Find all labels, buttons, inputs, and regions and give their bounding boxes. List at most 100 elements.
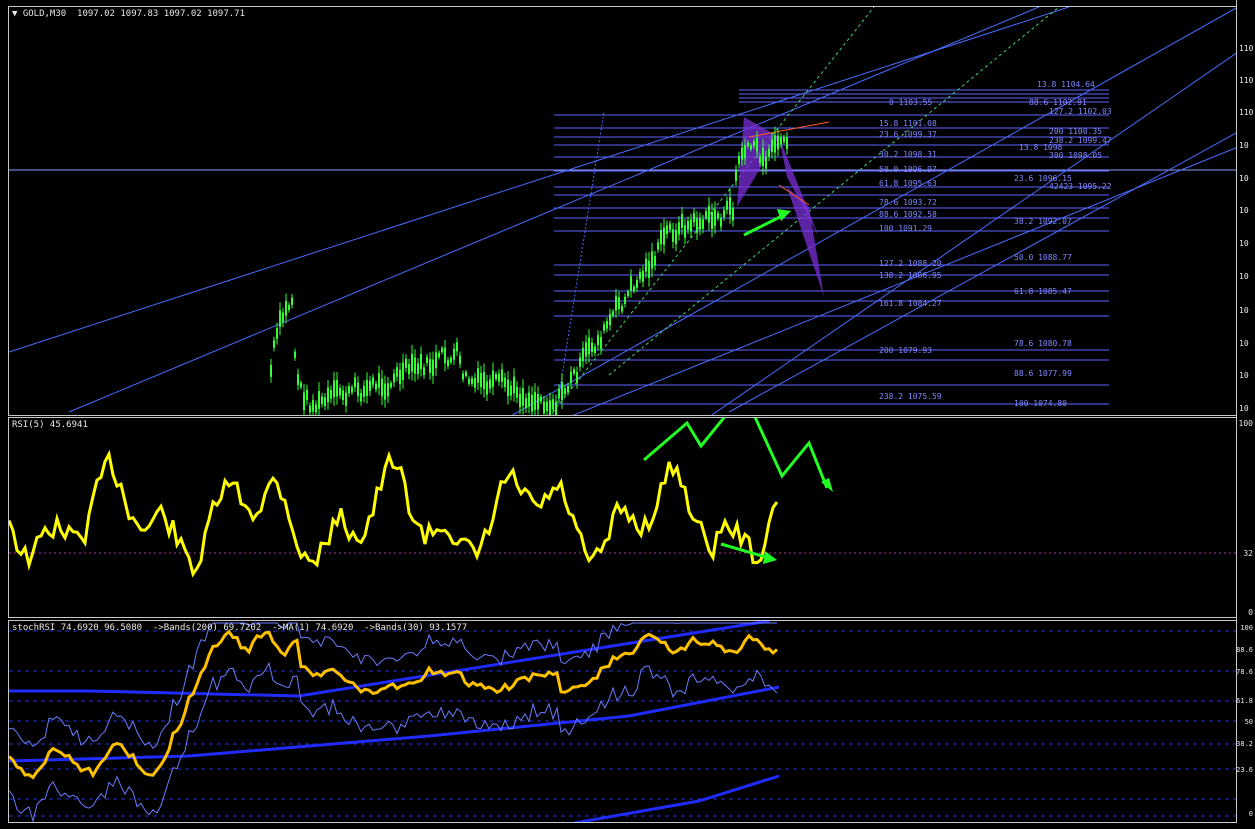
price-candle-body: [768, 148, 770, 157]
title-arrow-icon[interactable]: ▼: [12, 9, 17, 19]
price-candle-body: [387, 383, 389, 397]
price-candle-body: [462, 373, 464, 380]
price-candle-body: [516, 386, 518, 398]
fib-level-label: 238.2 1075.59: [879, 392, 942, 401]
price-candle-body: [567, 386, 569, 393]
price-candle-body: [327, 387, 329, 403]
price-axis[interactable]: 110 110 110 10 10 10 10 10 10 10 10 10 100 32 0 100 88…: [1236, 0, 1255, 829]
stoch-rsi-pane[interactable]: stochRSI 74.6920 96.5080 ->Bands(200) 69…: [8, 620, 1237, 823]
price-candle-body: [729, 197, 731, 215]
price-candle-body: [348, 386, 350, 394]
price-candle-body: [336, 380, 338, 397]
price-candle-body: [498, 373, 500, 382]
price-candle-body: [501, 369, 503, 382]
rsi-pane[interactable]: RSI(5) 45.6941: [8, 417, 1237, 618]
price-candle-body: [687, 220, 689, 230]
price-candle-body: [528, 392, 530, 407]
price-candle-body: [438, 352, 440, 358]
fib-level-label: 100 1091.29: [879, 224, 932, 233]
price-candle-body: [681, 213, 683, 228]
price-candle-body: [489, 379, 491, 389]
price-candle-body: [306, 389, 308, 400]
price-candle-body: [708, 205, 710, 223]
price-candle-body: [759, 156, 761, 163]
stoch-axis-label: 0: [1248, 810, 1253, 818]
price-candle-body: [318, 391, 320, 409]
price-candle-body: [474, 377, 476, 388]
price-candle-body: [660, 230, 662, 245]
stoch-axis-label: 100: [1240, 624, 1253, 632]
fib-level-label: 0 1103.55: [889, 98, 933, 107]
price-candle-body: [381, 378, 383, 397]
price-candle-body: [525, 398, 527, 409]
price-candle-body: [411, 353, 413, 372]
price-candle-body: [726, 200, 728, 210]
price-axis-label: 110: [1239, 44, 1254, 53]
price-candle-body: [453, 348, 455, 360]
price-candle-body: [372, 377, 374, 385]
rsi-line: [9, 449, 779, 578]
price-candle-body: [360, 392, 362, 402]
price-chart-title: ▼ GOLD,M30 1097.02 1097.83 1097.02 1097.…: [12, 9, 245, 19]
harmonic-pattern-shape: [737, 117, 779, 207]
bands-30-lower: [9, 661, 778, 822]
price-candle-body: [651, 251, 653, 269]
price-candle-body: [615, 296, 617, 311]
price-chart-canvas: [9, 7, 1236, 415]
price-candle-body: [456, 342, 458, 352]
price-candle-body: [480, 372, 482, 388]
price-candle-body: [285, 300, 287, 316]
price-candle-body: [639, 272, 641, 280]
price-candle-body: [705, 211, 707, 218]
price-candle-body: [297, 374, 299, 385]
price-candle-body: [618, 297, 620, 310]
price-candle-body: [408, 364, 410, 375]
price-candle-body: [594, 346, 596, 354]
price-candle-body: [654, 255, 656, 266]
price-candle-body: [312, 399, 314, 412]
price-candle-body: [354, 377, 356, 388]
price-candle-body: [603, 324, 605, 331]
price-candle-body: [342, 390, 344, 401]
price-candle-body: [555, 401, 557, 415]
price-candle-body: [333, 380, 335, 398]
price-candle-body: [627, 291, 629, 296]
price-candle-body: [279, 310, 281, 327]
price-candle-body: [417, 363, 419, 375]
price-candle-body: [672, 229, 674, 242]
fib-level-label: 88.6 1092.58: [879, 210, 937, 219]
fib-level-label: 88.6 1077.99: [1014, 369, 1072, 378]
fib-level-label: 61.8 1095.63: [879, 179, 937, 188]
price-candle-body: [531, 394, 533, 412]
price-candle-body: [750, 145, 752, 150]
price-candle-body: [666, 225, 668, 235]
fib-level-label: 78.6 1080.78: [1014, 339, 1072, 348]
price-candle-body: [396, 367, 398, 377]
price-candle-body: [777, 135, 779, 150]
price-candle-body: [465, 371, 467, 376]
price-candle-body: [444, 347, 446, 364]
price-axis-label: 10: [1239, 306, 1249, 315]
price-candle-body: [738, 155, 740, 165]
price-candle-body: [741, 147, 743, 160]
fib-level-label: 100 1074.80: [1014, 399, 1067, 408]
time-axis[interactable]: [8, 823, 1237, 829]
price-candle-body: [522, 388, 524, 406]
price-candle-body: [753, 141, 755, 147]
price-candle-body: [432, 359, 434, 376]
price-candle-body: [720, 217, 722, 227]
price-candle-body: [384, 383, 386, 400]
price-candle-body: [450, 357, 452, 363]
price-candle-body: [576, 372, 578, 384]
price-candle-body: [291, 297, 293, 305]
fib-level-label: 138.2 1086.95: [879, 271, 942, 280]
price-candle-body: [630, 276, 632, 291]
price-chart-pane[interactable]: ▼ GOLD,M30 1097.02 1097.83 1097.02 1097.…: [8, 6, 1237, 416]
price-candle-body: [321, 396, 323, 404]
price-candle-body: [612, 311, 614, 316]
stoch-axis-label: 78.6: [1236, 668, 1253, 676]
price-candle-body: [684, 225, 686, 238]
price-candle-body: [564, 388, 566, 395]
price-candle-body: [765, 156, 767, 169]
price-candle-body: [717, 213, 719, 219]
